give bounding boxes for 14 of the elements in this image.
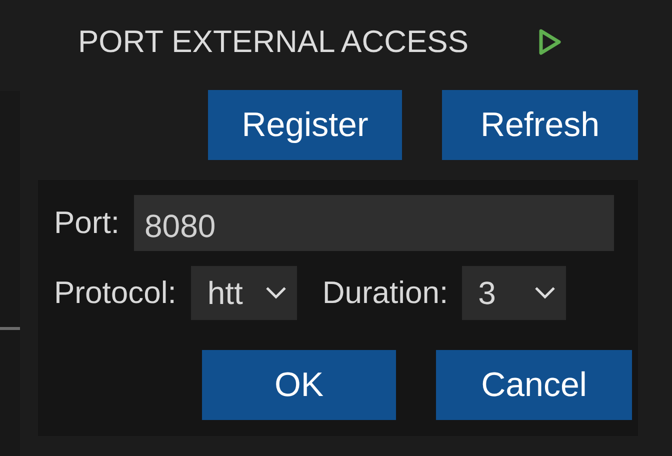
port-field[interactable]: 8080 [134,195,614,251]
dialog-button[interactable]: Cancel [436,350,632,420]
dialog-button[interactable]: OK [202,350,396,420]
run-icon[interactable] [536,27,562,57]
field-label: Duration: [322,275,448,311]
toolbar-button[interactable]: Register [208,90,402,160]
toolbar-button[interactable]: Refresh [442,90,638,160]
panel-title: PORT EXTERNAL ACCESS [78,24,468,60]
field-label: Port: [54,205,120,241]
chevron-down-icon [265,286,288,300]
field-label: Protocol: [54,275,176,311]
protocol-dropdown[interactable]: htt [191,266,298,320]
duration-dropdown[interactable]: 3 [462,266,566,320]
chevron-down-icon [534,286,556,300]
